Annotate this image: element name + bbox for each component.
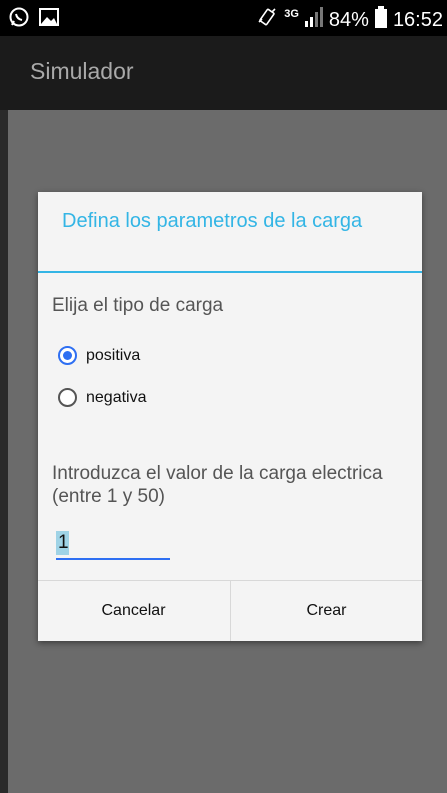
battery-percent: 84% bbox=[328, 8, 369, 31]
charge-type-prompt: Elija el tipo de carga bbox=[52, 295, 224, 316]
status-bar-right: 3G 84% 16:52 bbox=[256, 6, 443, 34]
radio-positiva-label[interactable]: positiva bbox=[86, 347, 140, 365]
radio-checked-icon[interactable] bbox=[58, 346, 77, 365]
image-icon bbox=[38, 6, 60, 33]
app-title: Simulador bbox=[30, 58, 134, 84]
charge-value-input[interactable]: 1 bbox=[56, 529, 170, 560]
dialog-title: Defina los parametros de la carga bbox=[62, 210, 363, 232]
screen: 3G 84% 16:52 Simulador Defina los parame… bbox=[0, 0, 447, 793]
radio-negativa[interactable]: negativa bbox=[58, 388, 147, 407]
status-bar-left bbox=[8, 6, 60, 33]
whatsapp-icon bbox=[8, 6, 30, 33]
input-underline bbox=[56, 558, 170, 560]
radio-positiva[interactable]: positiva bbox=[58, 346, 140, 365]
charge-value-text[interactable]: 1 bbox=[58, 532, 69, 554]
charge-value-prompt: Introduzca el valor de la carga electric… bbox=[52, 463, 383, 507]
signal-icon bbox=[304, 7, 323, 33]
network-type: 3G bbox=[284, 8, 299, 20]
cancel-button[interactable]: Cancelar bbox=[38, 581, 229, 641]
title-divider bbox=[38, 271, 422, 273]
radio-unchecked-icon[interactable] bbox=[58, 388, 77, 407]
vibrate-icon bbox=[256, 6, 278, 34]
clock: 16:52 bbox=[392, 8, 443, 31]
action-bar: Simulador bbox=[0, 36, 447, 110]
create-button[interactable]: Crear bbox=[231, 581, 422, 641]
charge-dialog: Defina los parametros de la carga Elija … bbox=[38, 192, 422, 641]
radio-negativa-label[interactable]: negativa bbox=[86, 389, 147, 407]
battery-icon bbox=[374, 6, 387, 34]
content-edge bbox=[0, 110, 8, 793]
status-bar: 3G 84% 16:52 bbox=[0, 0, 447, 36]
